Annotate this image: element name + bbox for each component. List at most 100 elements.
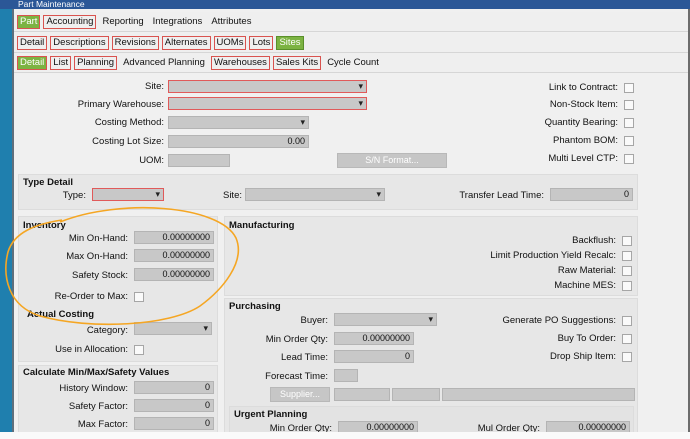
buyer-label: Buyer: [300, 315, 328, 326]
tab-part[interactable]: Part [17, 14, 41, 29]
limit-production-yield-label: Limit Production Yield Recalc: [490, 250, 616, 261]
supplier-name-field[interactable] [442, 388, 635, 401]
type-detail-header: Type Detail [23, 177, 73, 188]
bottom-edge [0, 432, 690, 439]
lead-time-label: Lead Time: [281, 352, 328, 363]
history-window-label: History Window: [59, 383, 128, 394]
supplier-code-field[interactable] [392, 388, 440, 401]
backflush-label: Backflush: [572, 235, 616, 246]
sn-format-button[interactable]: S/N Format... [337, 153, 447, 168]
type-dropdown[interactable] [92, 188, 164, 201]
buyer-dropdown[interactable] [334, 313, 437, 326]
use-in-allocation-label: Use in Allocation: [55, 344, 128, 355]
manufacturing-header: Manufacturing [229, 220, 295, 231]
generate-po-label: Generate PO Suggestions: [502, 315, 616, 326]
tab-accounting[interactable]: Accounting [43, 14, 97, 29]
min-on-hand-label: Min On-Hand: [68, 233, 128, 244]
tab-integrations[interactable]: Integrations [150, 15, 206, 29]
tab-sites[interactable]: Sites [276, 35, 304, 50]
generate-po-checkbox[interactable] [622, 316, 632, 326]
type-site-dropdown[interactable] [245, 188, 385, 201]
tab-list[interactable]: List [50, 55, 72, 70]
multi-level-ctp-label: Multi Level CTP: [548, 153, 618, 164]
max-factor-input[interactable]: 0 [134, 417, 214, 430]
forecast-time-input[interactable] [334, 369, 358, 382]
uom-input[interactable] [168, 154, 230, 167]
quantity-bearing-checkbox[interactable] [624, 118, 634, 128]
type-label: Type: [62, 190, 86, 201]
tab-reporting[interactable]: Reporting [99, 15, 146, 29]
limit-production-yield-checkbox[interactable] [622, 251, 632, 261]
supplier-id-field[interactable] [334, 388, 390, 401]
detail-tab-bar: Detail List Planning Advanced Planning W… [14, 53, 688, 73]
category-label: Category: [86, 325, 128, 336]
max-on-hand-input[interactable]: 0.00000000 [134, 249, 214, 262]
uom-label: UOM: [139, 155, 164, 166]
quantity-bearing-label: Quantity Bearing: [544, 117, 618, 128]
primary-warehouse-dropdown[interactable] [168, 97, 367, 110]
tab-uoms[interactable]: UOMs [213, 35, 247, 50]
buy-to-order-label: Buy To Order: [557, 333, 616, 344]
reorder-to-max-label: Re-Order to Max: [54, 291, 128, 302]
costing-method-dropdown[interactable] [168, 116, 309, 129]
tab-alternates[interactable]: Alternates [161, 35, 211, 50]
tab-descriptions[interactable]: Descriptions [50, 35, 109, 50]
transfer-lead-time-input[interactable]: 0 [550, 188, 633, 201]
top-tab-bar: Part Accounting Reporting Integrations A… [14, 12, 688, 32]
machine-mes-label: Machine MES: [554, 280, 616, 291]
tab-sales-kits[interactable]: Sales Kits [272, 55, 322, 70]
category-dropdown[interactable] [134, 322, 212, 335]
link-to-contract-label: Link to Contract: [548, 82, 618, 93]
supplier-button[interactable]: Supplier... [270, 387, 330, 402]
site-label: Site: [144, 81, 164, 92]
left-divider [12, 9, 14, 439]
urgent-planning-header: Urgent Planning [234, 409, 308, 420]
forecast-time-label: Forecast Time: [265, 371, 328, 382]
tab-warehouses[interactable]: Warehouses [210, 55, 270, 70]
max-factor-label: Max Factor: [77, 419, 128, 430]
backflush-checkbox[interactable] [622, 236, 632, 246]
costing-method-label: Costing Method: [94, 117, 164, 128]
link-to-contract-checkbox[interactable] [624, 83, 634, 93]
actual-costing-header: Actual Costing [27, 309, 95, 320]
phantom-bom-checkbox[interactable] [624, 136, 634, 146]
multi-level-ctp-checkbox[interactable] [624, 154, 634, 164]
costing-lot-size-label: Costing Lot Size: [92, 136, 164, 147]
tab-lots[interactable]: Lots [249, 35, 274, 50]
tab-site-detail[interactable]: Detail [17, 55, 48, 70]
inventory-header: Inventory [23, 220, 66, 231]
history-window-input[interactable]: 0 [134, 381, 214, 394]
drop-ship-item-label: Drop Ship Item: [550, 351, 616, 362]
costing-lot-size-input[interactable]: 0.00 [168, 135, 309, 148]
primary-warehouse-label: Primary Warehouse: [77, 99, 164, 110]
tab-detail[interactable]: Detail [17, 35, 48, 50]
type-site-label: Site: [222, 190, 242, 201]
use-in-allocation-checkbox[interactable] [134, 345, 144, 355]
min-order-qty-input[interactable]: 0.00000000 [334, 332, 414, 345]
non-stock-item-checkbox[interactable] [624, 100, 634, 110]
tab-advanced-planning[interactable]: Advanced Planning [120, 56, 208, 70]
left-accent-bar [0, 9, 12, 439]
raw-material-checkbox[interactable] [622, 266, 632, 276]
safety-factor-input[interactable]: 0 [134, 399, 214, 412]
min-on-hand-input[interactable]: 0.00000000 [134, 231, 214, 244]
lead-time-input[interactable]: 0 [334, 350, 414, 363]
transfer-lead-time-label: Transfer Lead Time: [459, 190, 544, 201]
drop-ship-item-checkbox[interactable] [622, 352, 632, 362]
safety-stock-input[interactable]: 0.00000000 [134, 268, 214, 281]
buy-to-order-checkbox[interactable] [622, 334, 632, 344]
tab-revisions[interactable]: Revisions [111, 35, 159, 50]
max-on-hand-label: Max On-Hand: [66, 251, 128, 262]
non-stock-item-label: Non-Stock Item: [549, 99, 618, 110]
site-dropdown[interactable] [168, 80, 367, 93]
safety-factor-label: Safety Factor: [68, 401, 128, 412]
tab-attributes[interactable]: Attributes [208, 15, 254, 29]
purchasing-header: Purchasing [229, 301, 281, 312]
min-order-qty-label: Min Order Qty: [265, 334, 328, 345]
tab-cycle-count[interactable]: Cycle Count [324, 56, 382, 70]
safety-stock-label: Safety Stock: [72, 270, 128, 281]
tab-planning[interactable]: Planning [74, 55, 118, 70]
window-title: Part Maintenance [0, 0, 690, 9]
reorder-to-max-checkbox[interactable] [134, 292, 144, 302]
machine-mes-checkbox[interactable] [622, 281, 632, 291]
